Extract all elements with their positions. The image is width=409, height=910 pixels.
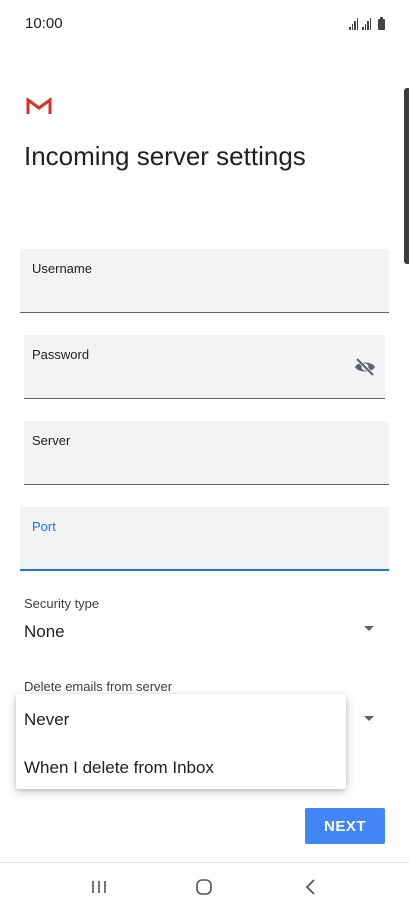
- menu-item-label: When I delete from Inbox: [24, 758, 214, 777]
- password-label: Password: [32, 347, 90, 362]
- port-field[interactable]: Port: [20, 507, 389, 571]
- dropdown-arrow-icon: [364, 716, 374, 721]
- visibility-off-icon[interactable]: [353, 357, 377, 377]
- server-field[interactable]: Server: [24, 421, 389, 485]
- signal-icon: [362, 18, 371, 30]
- delete-emails-label: Delete emails from server: [24, 679, 173, 694]
- navigation-bar: [0, 862, 409, 910]
- gmail-logo-icon: [26, 97, 52, 114]
- back-icon[interactable]: [297, 875, 325, 899]
- dropdown-arrow-icon: [364, 626, 374, 631]
- recents-icon[interactable]: [85, 875, 113, 899]
- security-type-select[interactable]: Security type None: [24, 596, 385, 648]
- home-icon[interactable]: [190, 875, 218, 899]
- menu-item-never[interactable]: Never: [16, 696, 346, 742]
- username-field[interactable]: Username: [20, 249, 389, 313]
- delete-emails-menu: Never When I delete from Inbox: [16, 694, 346, 789]
- security-type-label: Security type: [24, 596, 100, 611]
- username-label: Username: [32, 261, 92, 276]
- menu-item-label: Never: [24, 710, 70, 729]
- menu-item-when-delete-from-inbox[interactable]: When I delete from Inbox: [16, 744, 346, 790]
- status-time: 10:00: [25, 15, 63, 32]
- next-button[interactable]: NEXT: [305, 808, 385, 844]
- battery-icon: [378, 17, 385, 30]
- status-icons: [349, 14, 385, 30]
- port-label: Port: [32, 519, 56, 534]
- scrollbar[interactable]: [404, 88, 409, 264]
- status-bar: 10:00: [0, 0, 409, 48]
- signal-icon: [349, 18, 358, 30]
- page-title: Incoming server settings: [24, 141, 306, 171]
- password-field[interactable]: Password: [24, 335, 385, 399]
- security-type-value: None: [24, 622, 65, 641]
- server-label: Server: [32, 433, 71, 448]
